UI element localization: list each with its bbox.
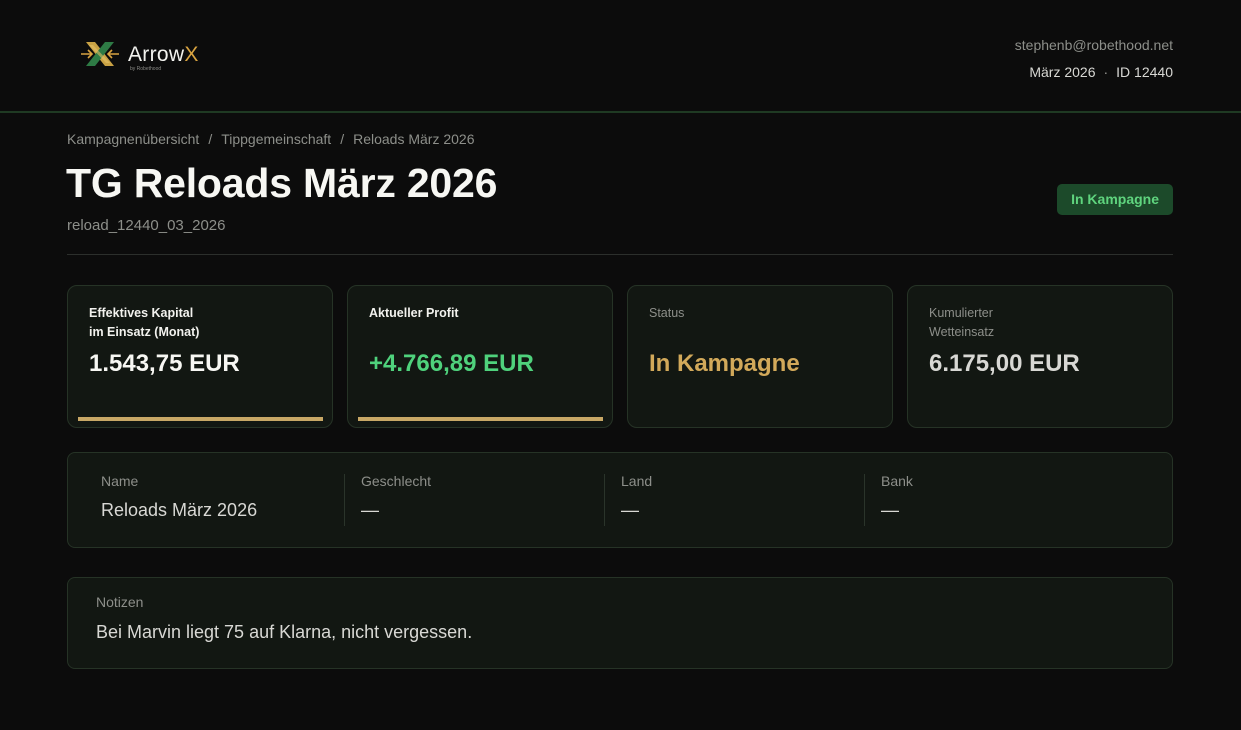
details-panel: Name Reloads März 2026 Geschlecht — Land…: [67, 452, 1173, 548]
detail-value: —: [881, 500, 899, 520]
column-divider: [604, 474, 605, 526]
column-divider: [864, 474, 865, 526]
app-header: ArrowX by Robethood stephenb@robethood.n…: [0, 0, 1241, 113]
detail-label: Name: [101, 473, 139, 489]
card-label: Kumulierter Wetteinsatz: [929, 306, 995, 339]
campaign-id: reload_12440_03_2026: [67, 217, 226, 234]
notes-text: Bei Marvin liegt 75 auf Klarna, nicht ve…: [96, 622, 473, 642]
detail-label: Bank: [881, 473, 913, 489]
card-label: Status: [649, 306, 685, 320]
card-accent-bar: [78, 417, 323, 421]
card-status: Status In Kampagne: [627, 285, 893, 428]
breadcrumb-separator: /: [340, 131, 345, 147]
column-divider: [344, 474, 345, 526]
breadcrumb-separator: /: [208, 131, 213, 147]
card-current-profit: Aktueller Profit +4.766,89 EUR: [347, 285, 613, 428]
card-cumulative-stake: Kumulierter Wetteinsatz 6.175,00 EUR: [907, 285, 1173, 428]
section-divider: [67, 254, 1173, 255]
detail-label: Geschlecht: [361, 473, 432, 489]
detail-label: Land: [621, 473, 653, 489]
notes-label: Notizen: [96, 594, 144, 610]
card-value: +4.766,89 EUR: [369, 350, 534, 377]
breadcrumb-item-overview[interactable]: Kampagnenübersicht: [67, 131, 199, 147]
brand-logo[interactable]: ArrowX by Robethood: [80, 38, 199, 72]
meta-separator: ·: [1103, 64, 1109, 80]
period-label: März 2026: [1029, 64, 1096, 80]
breadcrumb: Kampagnenübersicht / Tippgemeinschaft / Relo…: [67, 131, 474, 147]
card-effective-capital: Effektives Kapital im Einsatz (Monat) 1.…: [67, 285, 333, 428]
detail-value: Reloads März 2026: [101, 500, 258, 520]
user-meta: März 2026 · ID 12440: [1029, 64, 1173, 80]
card-value: In Kampagne: [649, 350, 800, 377]
arrowx-logo-icon: [81, 42, 119, 66]
page-title: TG Reloads März 2026: [66, 160, 498, 206]
detail-value: —: [621, 500, 639, 520]
card-accent-bar: [358, 417, 603, 421]
breadcrumb-item-current: Reloads März 2026: [353, 131, 475, 147]
detail-value: —: [361, 500, 379, 520]
card-value: 1.543,75 EUR: [89, 350, 240, 377]
user-id: ID 12440: [1116, 64, 1173, 80]
card-label: Effektives Kapital im Einsatz (Monat): [89, 306, 200, 339]
status-badge: In Kampagne: [1057, 184, 1173, 215]
card-value: 6.175,00 EUR: [929, 350, 1080, 377]
notes-panel: Notizen Bei Marvin liegt 75 auf Klarna, …: [67, 577, 1173, 669]
brand-wordmark: ArrowX by Robethood: [128, 42, 199, 72]
breadcrumb-item-tippgemeinschaft[interactable]: Tippgemeinschaft: [221, 131, 331, 147]
brand-name: ArrowX: [128, 42, 199, 66]
brand-subtitle: by Robethood: [130, 65, 162, 72]
card-label: Aktueller Profit: [369, 306, 459, 320]
user-email: stephenb@robethood.net: [1014, 37, 1173, 53]
